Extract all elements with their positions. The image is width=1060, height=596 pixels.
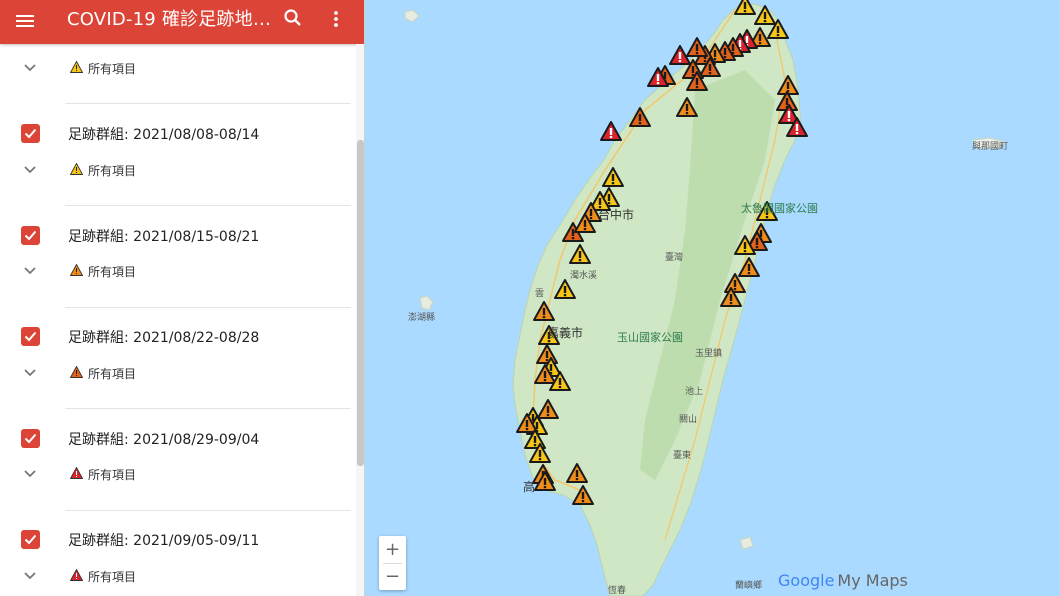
warning-icon [70, 163, 83, 175]
layer-row[interactable]: 足跡群組: 2021/09/05-09/11 [0, 528, 356, 556]
islet [739, 536, 754, 550]
layer-checkbox[interactable] [21, 429, 40, 448]
layer-title[interactable]: 足跡群組: 2021/09/05-09/11 [68, 530, 259, 550]
layer-row[interactable]: 足跡群組: 2021/08/08-08/14 [0, 122, 356, 150]
warning-icon [70, 264, 83, 276]
search-icon[interactable] [280, 5, 306, 31]
layer-row[interactable]: 足跡群組: 2021/08/22-08/28 [0, 325, 356, 353]
warning-icon [70, 366, 83, 378]
chevron-down-icon[interactable] [22, 162, 38, 178]
chevron-down-icon[interactable] [22, 263, 38, 279]
layer-checkbox[interactable] [21, 226, 40, 245]
more-options-icon[interactable] [326, 5, 346, 31]
town-label: 池上 [685, 387, 704, 397]
layer-checkbox[interactable] [21, 124, 40, 143]
town-label: 玉里鎮 [695, 349, 723, 359]
region-label: 臺灣 [665, 253, 684, 263]
chevron-down-icon[interactable] [22, 568, 38, 584]
all-items-label: 所有項目 [88, 164, 137, 178]
map-title: COVID-19 確診足跡地… [67, 9, 272, 30]
layer-items-row: 所有項目 [0, 564, 356, 588]
mymaps-wordmark: My Maps [837, 571, 908, 590]
town-label: 臺東 [673, 451, 692, 461]
warning-icon [70, 569, 83, 581]
chevron-down-icon[interactable] [22, 365, 38, 381]
islet [404, 9, 420, 23]
layer-checkbox[interactable] [21, 530, 40, 549]
layer-row[interactable]: 足跡群組: 2021/08/29-09/04 [0, 427, 356, 455]
penghu-island [419, 295, 434, 311]
all-items-label: 所有項目 [88, 62, 137, 76]
river-label: 濁水溪 [570, 271, 598, 281]
chevron-down-icon[interactable] [22, 60, 38, 76]
layer-list[interactable]: 所有項目 足跡群組: 2021/08/08-08/14 所有項目 足跡群組: 2… [0, 44, 356, 596]
town-label: 與那國町 [972, 142, 1009, 152]
sidebar-scrollbar[interactable] [356, 44, 364, 596]
all-items-label: 所有項目 [88, 570, 137, 584]
app-header: COVID-19 確診足跡地… [0, 0, 364, 44]
layer-items-row: 所有項目 [0, 361, 356, 385]
all-items-label: 所有項目 [88, 367, 137, 381]
divider [65, 103, 351, 104]
layer-items-row: 所有項目 [0, 56, 356, 80]
layer-title[interactable]: 足跡群組: 2021/08/15-08/21 [68, 226, 259, 246]
google-my-maps-logo[interactable]: Google My Maps [778, 571, 908, 590]
layer-items-row: 所有項目 [0, 259, 356, 283]
layer-checkbox[interactable] [21, 327, 40, 346]
scrollbar-thumb[interactable] [357, 140, 364, 466]
town-label: 關山 [679, 415, 698, 425]
layer-title[interactable]: 足跡群組: 2021/08/08-08/14 [68, 124, 259, 144]
city-label: 台中市 [598, 208, 635, 222]
park-label: 玉山國家公園 [617, 331, 683, 344]
park-label: 太魯閣國家公園 [741, 202, 818, 215]
covid-footprint-marker-icon[interactable] [600, 121, 622, 141]
layer-title[interactable]: 足跡群組: 2021/08/22-08/28 [68, 327, 259, 347]
all-items-label: 所有項目 [88, 468, 137, 482]
city-label: 嘉義市 [547, 326, 584, 340]
menu-icon[interactable] [12, 8, 38, 34]
layer-title[interactable]: 足跡群組: 2021/08/29-09/04 [68, 429, 259, 449]
layer-items-row: 所有項目 [0, 158, 356, 182]
taiwan-map [404, 0, 1006, 596]
warning-icon [70, 467, 83, 479]
divider [65, 307, 351, 308]
city-label: 高 [523, 480, 536, 494]
google-wordmark: Google [778, 571, 835, 590]
layer-row[interactable]: 足跡群組: 2021/08/15-08/21 [0, 224, 356, 252]
county-label: 澎湖縣 [408, 313, 436, 323]
chevron-down-icon[interactable] [22, 466, 38, 482]
town-label: 蘭嶼鄉 [735, 581, 763, 591]
zoom-out-button[interactable]: − [379, 563, 406, 590]
divider [65, 205, 351, 206]
divider [65, 408, 351, 409]
layer-items-row: 所有項目 [0, 462, 356, 486]
county-label: 雲 [535, 289, 545, 299]
warning-icon [70, 61, 83, 73]
all-items-label: 所有項目 [88, 265, 137, 279]
zoom-in-button[interactable]: + [379, 536, 406, 563]
town-label: 恆春 [608, 586, 627, 596]
map-canvas[interactable]: 台中市 臺灣 玉山國家公園 澎湖縣 嘉義市 太魯閣國家公園 與那國町 玉里鎮 池… [365, 0, 1060, 596]
covid-footprint-marker-icon[interactable] [734, 0, 756, 15]
zoom-control: + − [379, 536, 406, 590]
divider [65, 510, 351, 511]
layers-panel: COVID-19 確診足跡地… 所有項目 足跡群組: 2021/08/08-08… [0, 0, 365, 596]
